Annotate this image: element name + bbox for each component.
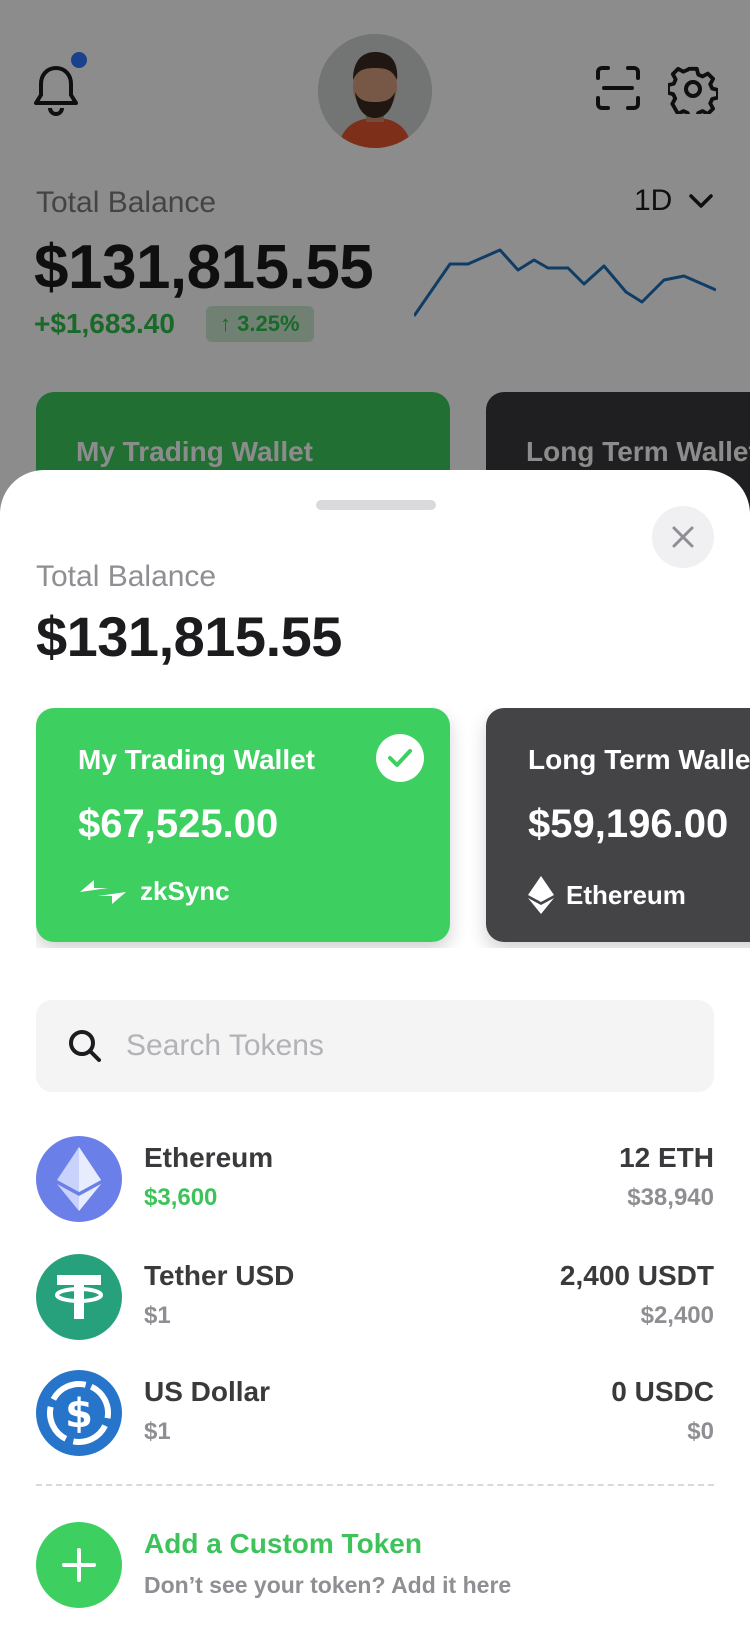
- wallet-amount: $59,196.00: [528, 802, 729, 846]
- add-custom-token[interactable]: Add a Custom Token Don’t see your token?…: [36, 1522, 714, 1612]
- svg-text:$: $: [65, 1391, 93, 1437]
- token-amount: 0 USDC: [611, 1376, 714, 1407]
- wallet-title: My Trading Wallet: [78, 744, 315, 775]
- token-value: $2,400: [640, 1302, 714, 1329]
- wallet-network-label: Ethereum: [566, 879, 686, 910]
- plus-icon: [62, 1548, 96, 1582]
- token-amount: 2,400 USDT: [559, 1260, 714, 1291]
- token-row[interactable]: Tether USD $1 2,400 USDT $2,400: [36, 1254, 714, 1342]
- token-row[interactable]: Ethereum $3,600 12 ETH $38,940: [36, 1136, 714, 1224]
- wallet-bottom-sheet: Total Balance $131,815.55 My Trading Wal…: [0, 470, 750, 1644]
- add-token-subtitle: Don’t see your token? Add it here: [144, 1572, 512, 1598]
- token-value: $38,940: [627, 1184, 714, 1211]
- token-name: US Dollar: [144, 1376, 271, 1407]
- wallet-network-label: zkSync: [140, 876, 230, 906]
- wallet-carousel[interactable]: My Trading Wallet $67,525.00 zkSync Long…: [36, 708, 750, 948]
- ethereum-icon: [36, 1136, 122, 1222]
- add-token-button[interactable]: [36, 1522, 122, 1608]
- search-input[interactable]: [124, 1028, 688, 1064]
- usdc-icon: $: [36, 1370, 122, 1456]
- sheet-drag-handle[interactable]: [316, 500, 436, 510]
- close-icon: [672, 526, 694, 548]
- wallet-card-trading[interactable]: My Trading Wallet $67,525.00 zkSync: [36, 708, 450, 942]
- tether-icon: [36, 1254, 122, 1340]
- check-icon: [376, 734, 424, 782]
- token-price: $3,600: [144, 1184, 218, 1211]
- add-token-title[interactable]: Add a Custom Token: [144, 1528, 422, 1560]
- wallet-network: zkSync: [78, 876, 230, 907]
- wallet-card-longterm[interactable]: Long Term Wallet $59,196.00 Ethereum: [486, 708, 750, 942]
- wallet-amount: $67,525.00: [78, 802, 279, 846]
- token-price: $1: [144, 1302, 171, 1329]
- total-balance-label: Total Balance: [36, 560, 217, 593]
- divider: [36, 1484, 714, 1486]
- wallet-title: Long Term Wallet: [528, 744, 750, 775]
- zksync-icon: [80, 879, 126, 904]
- token-price: $1: [144, 1418, 171, 1445]
- token-row[interactable]: $ US Dollar $1 0 USDC $0: [36, 1370, 714, 1458]
- search-bar[interactable]: [36, 1000, 714, 1092]
- total-balance: $131,815.55: [36, 605, 342, 668]
- token-value: $0: [687, 1418, 714, 1445]
- token-name: Ethereum: [144, 1142, 274, 1173]
- token-amount: 12 ETH: [619, 1142, 714, 1173]
- ethereum-icon: [528, 876, 554, 914]
- wallet-network: Ethereum: [528, 876, 686, 914]
- search-icon: [69, 1030, 101, 1062]
- close-button[interactable]: [652, 506, 714, 568]
- token-name: Tether USD: [144, 1260, 295, 1291]
